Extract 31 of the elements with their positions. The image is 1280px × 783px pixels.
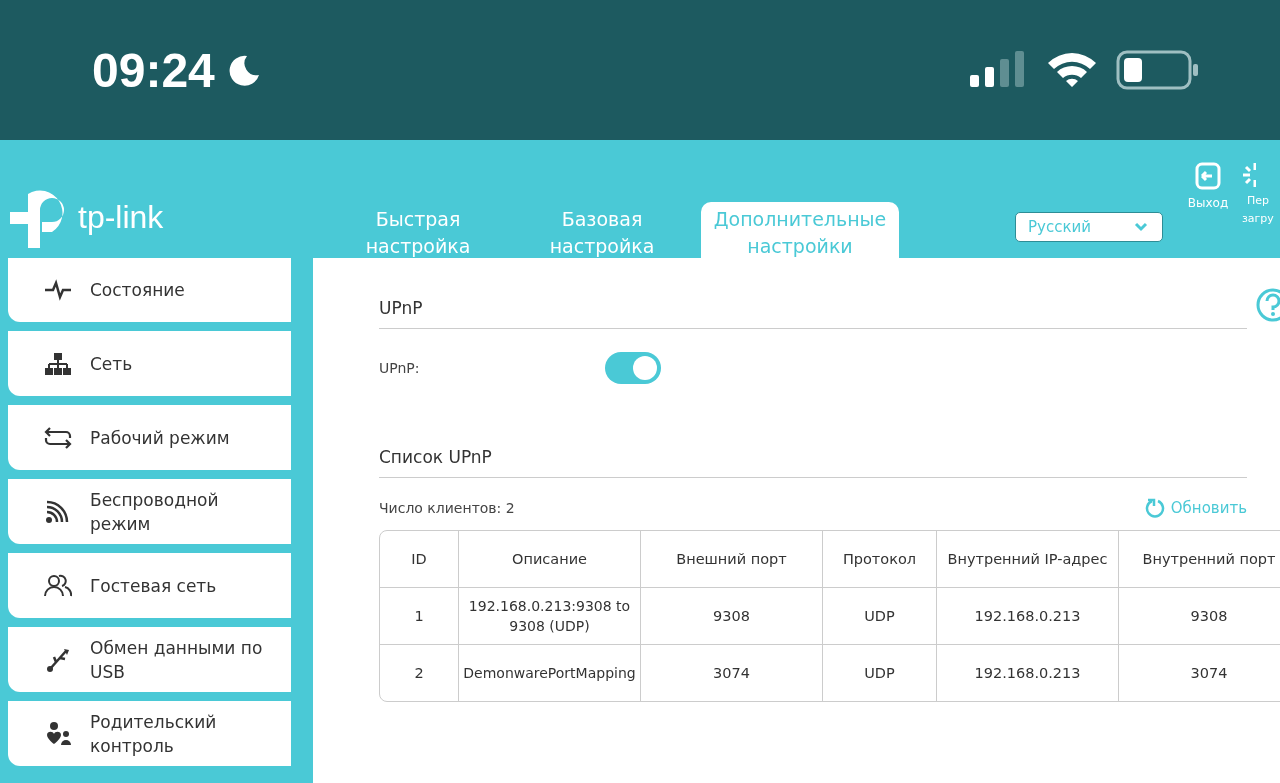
column-header: Описание	[459, 531, 641, 588]
sidebar-item[interactable]: Состояние	[8, 258, 291, 322]
table-cell: UDP	[823, 645, 937, 701]
table-cell: 9308	[641, 588, 823, 645]
upnp-label: UPnP:	[379, 360, 421, 376]
table-cell: 2	[380, 645, 459, 701]
column-header: Внутренний порт	[1119, 531, 1280, 588]
column-header: Протокол	[823, 531, 937, 588]
status-time: 09:24	[92, 42, 215, 98]
sidebar-item[interactable]: Рабочий режим	[8, 405, 291, 470]
sidebar-item[interactable]: Родительский контроль	[8, 701, 291, 766]
sidebar-item[interactable]: Беспроводной режим	[8, 479, 291, 544]
table-cell: 1	[380, 588, 459, 645]
table-cell: 192.168.0.213	[937, 645, 1119, 701]
logo-text: tp-link	[78, 198, 164, 236]
table-cell: DemonwarePortMapping	[459, 645, 641, 701]
sidebar-item[interactable]: Обмен данными по USB	[8, 627, 291, 692]
column-header: Внутренний IP-адрес	[937, 531, 1119, 588]
table-cell: 192.168.0.213:9308 to 9308 (UDP)	[459, 588, 641, 645]
table-cell: 3074	[641, 645, 823, 701]
column-header: Внешний порт	[641, 531, 823, 588]
sidebar-item[interactable]: Гостевая сеть	[8, 553, 291, 618]
sidebar-item[interactable]: Сеть	[8, 331, 291, 396]
table-cell-text: 3074	[1189, 664, 1229, 683]
client-count: Число клиентов: 2	[379, 500, 515, 516]
section-title: UPnP	[379, 298, 1247, 329]
column-header: ID	[380, 531, 459, 588]
table-cell: UDP	[823, 588, 937, 645]
section-title: Список UPnP	[379, 447, 1247, 478]
table-cell: 192.168.0.213	[937, 588, 1119, 645]
table-cell: 9308	[1119, 588, 1280, 645]
